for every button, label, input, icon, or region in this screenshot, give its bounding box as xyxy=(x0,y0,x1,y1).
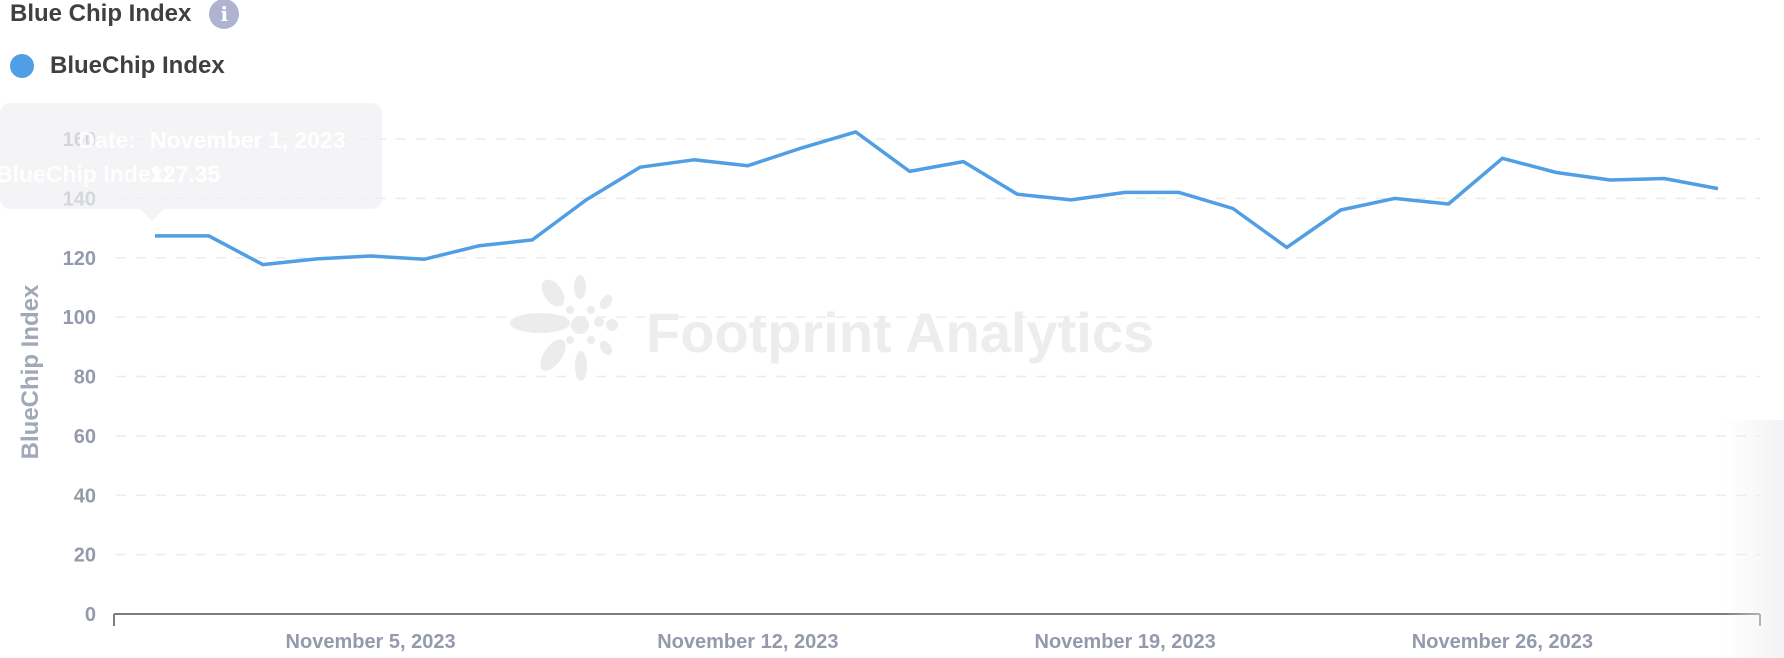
y-tick-label: 0 xyxy=(85,604,96,626)
data-point[interactable] xyxy=(1173,186,1185,198)
tooltip-date-row: Date: November 1, 2023 xyxy=(0,127,346,154)
data-point[interactable] xyxy=(1011,188,1023,200)
x-axis xyxy=(113,613,1761,626)
data-point[interactable] xyxy=(257,259,269,271)
tooltip-date-key: Date: xyxy=(78,127,136,153)
data-point[interactable] xyxy=(472,240,484,252)
data-point[interactable] xyxy=(203,230,215,242)
tooltip: Date: November 1, 2023 BlueChip Index:127… xyxy=(0,103,382,209)
data-point[interactable] xyxy=(1389,192,1401,204)
y-tick-label: 100 xyxy=(63,307,96,329)
data-point[interactable] xyxy=(796,142,808,154)
data-point[interactable] xyxy=(688,154,700,166)
data-point[interactable] xyxy=(365,250,377,262)
edge-shadow xyxy=(1724,420,1784,658)
data-point[interactable] xyxy=(1227,202,1239,214)
data-point[interactable] xyxy=(1281,241,1293,253)
data-point[interactable] xyxy=(1604,174,1616,186)
footprint-logo-icon xyxy=(510,275,618,381)
data-point[interactable] xyxy=(580,194,592,206)
data-point[interactable] xyxy=(1065,194,1077,206)
tooltip-date-value: November 1, 2023 xyxy=(150,127,346,153)
data-point[interactable] xyxy=(1712,183,1724,195)
info-icon[interactable]: i xyxy=(209,0,240,29)
data-point[interactable] xyxy=(311,253,323,265)
x-tick-label: November 26, 2023 xyxy=(1412,631,1593,653)
watermark-text: Footprint Analytics xyxy=(646,301,1154,364)
data-point[interactable] xyxy=(526,234,538,246)
x-tick-labels: November 5, 2023 November 12, 2023 Novembe… xyxy=(286,631,1593,653)
tooltip-arrow xyxy=(140,209,164,221)
x-tick-label: November 5, 2023 xyxy=(286,631,456,653)
data-point[interactable] xyxy=(418,253,430,265)
y-tick-label: 80 xyxy=(74,367,96,389)
data-point[interactable] xyxy=(1550,167,1562,179)
data-point[interactable] xyxy=(634,161,646,173)
data-point[interactable] xyxy=(850,126,862,138)
y-tick-label: 20 xyxy=(74,545,96,567)
chart-title: Blue Chip Index xyxy=(10,0,192,27)
data-point[interactable] xyxy=(1119,186,1131,198)
y-tick-label: 40 xyxy=(74,485,96,507)
legend-dot-icon[interactable] xyxy=(10,54,34,78)
tooltip-value-row: BlueChip Index:127.35 xyxy=(0,161,220,188)
watermark: Footprint Analytics xyxy=(510,275,1154,381)
data-point[interactable] xyxy=(1443,198,1455,210)
tooltip-value-value: 127.35 xyxy=(150,161,221,187)
data-point[interactable] xyxy=(1658,172,1670,184)
data-point[interactable] xyxy=(957,156,969,168)
y-tick-label: 120 xyxy=(63,248,96,270)
x-tick-label: November 12, 2023 xyxy=(657,631,838,653)
legend: BlueChip Index xyxy=(10,52,225,80)
legend-label[interactable]: BlueChip Index xyxy=(50,52,225,80)
data-point[interactable] xyxy=(149,230,161,242)
x-tick-label: November 19, 2023 xyxy=(1035,631,1216,653)
line-chart: Footprint Analytics 02040608010012014016… xyxy=(17,126,1761,653)
y-axis-label: BlueChip Index xyxy=(17,284,44,459)
chart-header: Blue Chip Index i xyxy=(10,0,240,30)
tooltip-value-key: BlueChip Index: xyxy=(0,161,172,187)
data-point[interactable] xyxy=(904,165,916,177)
data-point[interactable] xyxy=(1496,152,1508,164)
data-point[interactable] xyxy=(742,160,754,172)
y-tick-label: 60 xyxy=(74,426,96,448)
data-point[interactable] xyxy=(1335,204,1347,216)
